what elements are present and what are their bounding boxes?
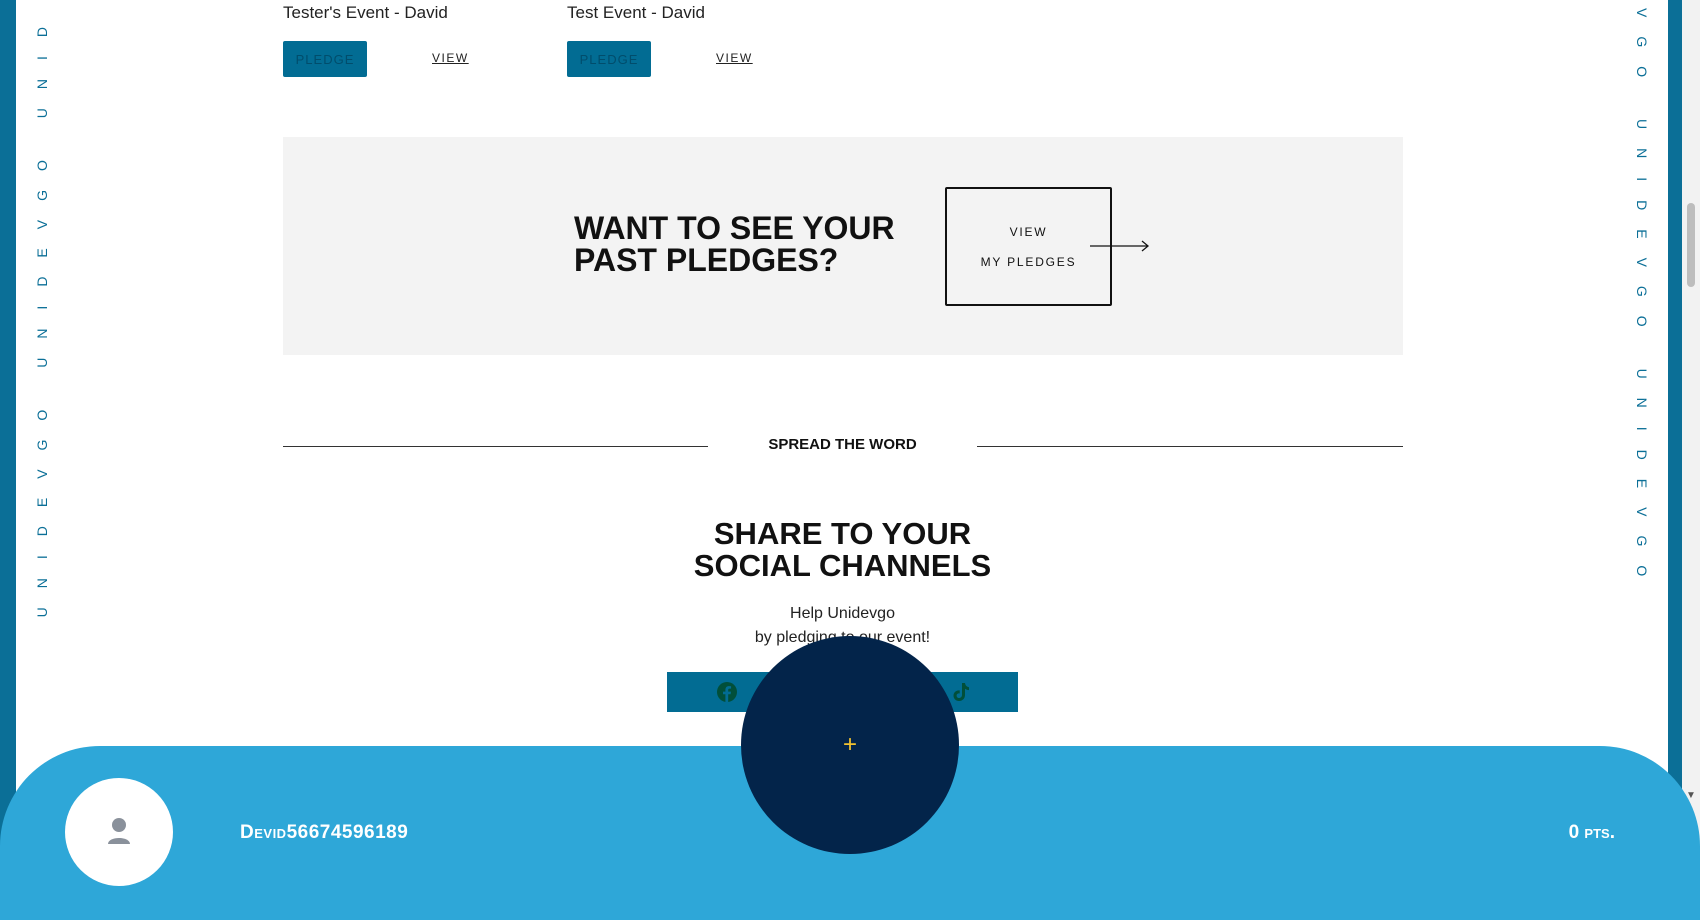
event-title-1: Tester's Event - David — [283, 3, 448, 22]
event-title-2: Test Event - David — [567, 3, 705, 22]
divider-right — [977, 446, 1403, 447]
view-my-pledges-line2: MY PLEDGES — [980, 255, 1077, 269]
pledge-button-1[interactable]: PLEDGE — [283, 41, 367, 77]
right-vertical-marquee: VGO UNIDEVGO UNIDEVGO — [1634, 8, 1650, 596]
past-pledges-heading: WANT TO SEE YOUR PAST PLEDGES? — [574, 210, 895, 278]
share-heading: SHARE TO YOUR SOCIAL CHANNELS — [620, 518, 1065, 582]
help-text-line1: Help Unidevgo — [790, 605, 895, 622]
spread-the-word-label: SPREAD THE WORD — [768, 436, 917, 453]
points-label: 0 pts. — [1568, 822, 1615, 843]
avatar[interactable] — [65, 778, 173, 886]
user-icon — [108, 818, 130, 844]
view-my-pledges-line1: VIEW — [1009, 225, 1048, 239]
scrollbar-track[interactable] — [1682, 0, 1700, 920]
plus-icon: + — [842, 731, 857, 758]
arrow-right-icon — [1090, 240, 1150, 252]
left-edge-stripe — [0, 0, 16, 920]
divider-left — [283, 446, 708, 447]
pledge-button-2[interactable]: PLEDGE — [567, 41, 651, 77]
add-fab-button[interactable]: + — [741, 636, 959, 854]
view-my-pledges-button[interactable]: VIEW MY PLEDGES — [945, 187, 1112, 306]
share-heading-line1: SHARE TO YOUR — [713, 516, 972, 551]
left-vertical-marquee: UNIDEVGO UNIDEVGO UNID — [34, 8, 50, 618]
view-link-2[interactable]: VIEW — [716, 51, 753, 65]
facebook-icon[interactable] — [717, 682, 737, 702]
share-heading-line2: SOCIAL CHANNELS — [693, 548, 992, 583]
username-label: Devid56674596189 — [240, 822, 409, 843]
view-link-1[interactable]: VIEW — [432, 51, 469, 65]
scrollbar-thumb[interactable] — [1687, 203, 1695, 287]
